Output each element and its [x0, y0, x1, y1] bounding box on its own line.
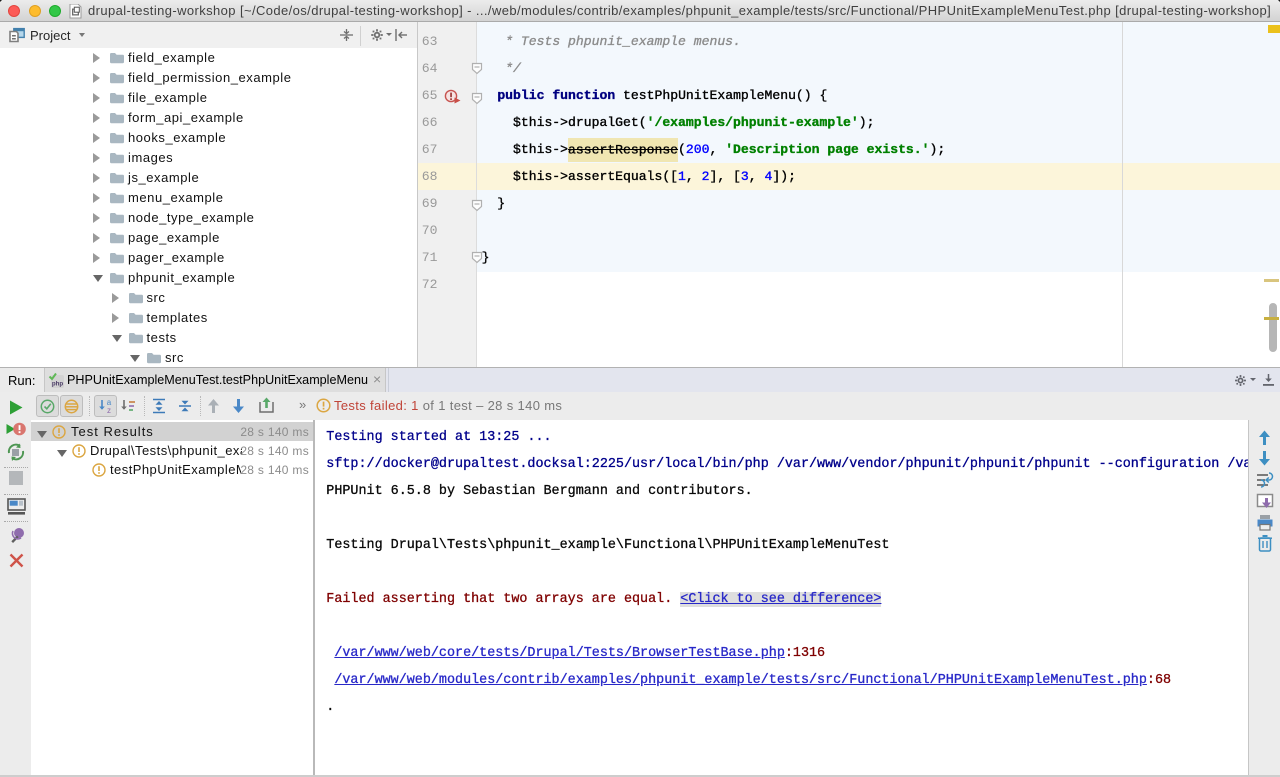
svg-text:php: php: [52, 381, 64, 388]
svg-text:z: z: [107, 406, 111, 414]
